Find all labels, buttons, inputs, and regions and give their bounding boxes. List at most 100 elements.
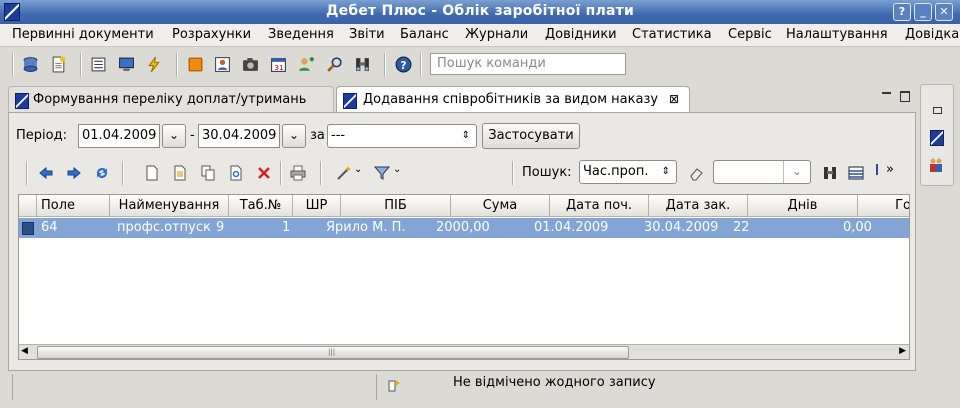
scroll-left-icon[interactable]: ◀: [21, 346, 28, 356]
cell-full-name: Ярило М. П.: [326, 220, 406, 235]
date-from-field[interactable]: 01.04.2009: [78, 124, 160, 148]
search-value-input[interactable]: ⌄: [713, 160, 811, 184]
column-header[interactable]: Поле: [37, 195, 110, 217]
menu-calculations[interactable]: Розрахунки: [172, 27, 251, 42]
menu-directories[interactable]: Довідники: [545, 27, 617, 42]
camera-icon[interactable]: [242, 56, 259, 73]
tab-add-employees[interactable]: Додавання співробітників за видом наказу…: [336, 86, 690, 113]
overflow-chevron[interactable]: »: [886, 162, 894, 177]
monitor-icon[interactable]: [118, 56, 135, 73]
minimize-button[interactable]: _: [914, 3, 932, 21]
minimize-view-icon[interactable]: [882, 92, 891, 94]
side-dock: [920, 84, 954, 186]
view-icon[interactable]: [930, 130, 944, 146]
arrow-right-icon[interactable]: [66, 165, 82, 181]
command-search-input[interactable]: Пошук команди: [430, 53, 626, 75]
row-selector-icon[interactable]: [22, 222, 34, 235]
print-icon[interactable]: [290, 165, 306, 181]
filter-icon[interactable]: [374, 165, 390, 181]
column-header[interactable]: Днів: [748, 195, 858, 217]
menu-bar: Первинні документи Розрахунки Зведення З…: [0, 24, 960, 47]
column-header[interactable]: Дата поч.: [550, 195, 649, 217]
scroll-right-icon[interactable]: ▶: [899, 346, 906, 356]
menu-statistics[interactable]: Статистика: [632, 27, 712, 42]
row-selector-header: [19, 195, 37, 217]
employee-card-icon[interactable]: [214, 56, 231, 73]
lightning-icon[interactable]: [146, 56, 163, 73]
apply-button[interactable]: Застосувати: [482, 123, 580, 149]
table-row[interactable]: 64 профс.отпуск 9 1 Ярило М. П. 2000,00 …: [19, 218, 909, 238]
magic-wand-icon[interactable]: [336, 165, 352, 181]
refresh-icon[interactable]: [94, 165, 110, 181]
close-window-button[interactable]: ✕: [935, 3, 953, 21]
toolbar-separator: [122, 161, 124, 185]
maximize-view-icon[interactable]: [900, 91, 910, 102]
view-record-icon[interactable]: [228, 165, 244, 181]
chevron-down-icon[interactable]: ⌄: [354, 164, 362, 175]
binoculars-icon[interactable]: [354, 56, 371, 73]
users-icon[interactable]: [928, 157, 944, 173]
date-to-dropdown[interactable]: ⌄: [282, 124, 306, 148]
updown-icon: ⇕: [461, 130, 470, 141]
new-record-icon[interactable]: [144, 165, 160, 181]
toolbar-separator: [384, 53, 386, 77]
toolbar-separator: [176, 53, 178, 77]
binoculars-icon[interactable]: [822, 165, 838, 181]
delete-icon[interactable]: [256, 165, 272, 181]
menu-reports[interactable]: Звіти: [349, 27, 385, 42]
database-icon[interactable]: [22, 56, 39, 73]
menu-journals[interactable]: Журнали: [465, 27, 528, 42]
column-header[interactable]: Таб.№: [229, 195, 293, 217]
period-dash: -: [190, 128, 195, 143]
eraser-icon[interactable]: [688, 165, 704, 181]
column-header[interactable]: Найменування: [110, 195, 229, 217]
chevron-down-icon[interactable]: ⌄: [393, 164, 401, 175]
horizontal-scrollbar[interactable]: ◀ ||| ▶: [19, 344, 909, 359]
chevron-down-icon[interactable]: ⌄: [783, 161, 810, 183]
document-icon: [15, 93, 29, 109]
copy-record-icon[interactable]: [200, 165, 216, 181]
restore-icon[interactable]: [933, 107, 942, 114]
search-field-select[interactable]: Час.проп. ⇕: [579, 160, 677, 184]
orange-block-icon[interactable]: [187, 56, 204, 73]
arrow-left-icon[interactable]: [38, 165, 54, 181]
menu-settings[interactable]: Налаштування: [786, 27, 888, 42]
document-icon: [343, 93, 357, 109]
toolbar-separator: [80, 53, 82, 77]
tab-close-icon[interactable]: ⊠: [669, 87, 679, 112]
cell-amount: 2000,00: [436, 220, 490, 235]
menu-help[interactable]: Довідка: [905, 27, 959, 42]
status-text: Не відмічено жодного запису: [453, 375, 656, 390]
cell-staff-position: 1: [282, 220, 291, 235]
column-header[interactable]: Дата зак.: [649, 195, 748, 217]
column-header[interactable]: Год: [858, 195, 909, 217]
period-label: Період:: [16, 128, 67, 143]
menu-primary-docs[interactable]: Первинні документи: [12, 27, 154, 42]
menu-service[interactable]: Сервіс: [728, 27, 772, 42]
add-user-icon[interactable]: [298, 56, 315, 73]
find-icon[interactable]: [326, 56, 343, 73]
tab-charges-list[interactable]: Формування переліку доплат/утримань: [8, 86, 334, 113]
column-header[interactable]: ПІБ: [341, 195, 451, 217]
date-from-dropdown[interactable]: ⌄: [162, 124, 186, 148]
calendar-icon[interactable]: 31: [270, 56, 287, 73]
status-divider: [376, 374, 377, 400]
menu-summaries[interactable]: Зведення: [268, 27, 334, 42]
date-to-field[interactable]: 30.04.2009: [198, 124, 280, 148]
menu-balance[interactable]: Баланс: [400, 27, 449, 42]
scroll-thumb[interactable]: |||: [37, 346, 629, 359]
column-header[interactable]: Сума: [451, 195, 550, 217]
help-icon[interactable]: ?: [395, 56, 412, 73]
order-type-select[interactable]: --- ⇕: [327, 124, 477, 148]
new-document-icon[interactable]: [50, 56, 67, 73]
cell-hours: 0,00: [843, 220, 872, 235]
data-table: Поле Найменування Таб.№ ШР ПІБ Сума Дата…: [18, 194, 910, 360]
status-divider: [12, 374, 13, 400]
edit-record-icon[interactable]: [172, 165, 188, 181]
help-window-button[interactable]: ?: [893, 3, 911, 21]
journal-icon[interactable]: [90, 56, 107, 73]
window-title: Дебет Плюс - Облік заробітної плати: [326, 3, 634, 19]
column-header[interactable]: ШР: [293, 195, 341, 217]
toolbar-separator: [320, 161, 322, 185]
table-view-icon[interactable]: [848, 165, 864, 181]
